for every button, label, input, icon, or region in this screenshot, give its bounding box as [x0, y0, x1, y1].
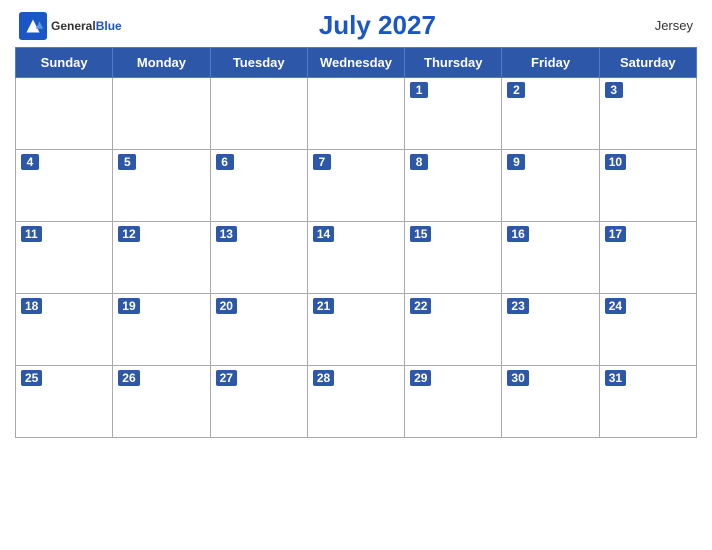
- day-number: 16: [507, 226, 528, 242]
- calendar-week-row: 4 5 6 7 8 9 10: [16, 150, 697, 222]
- day-number: 6: [216, 154, 234, 170]
- day-number: 13: [216, 226, 237, 242]
- calendar-cell: 19: [113, 294, 210, 366]
- calendar-cell: 4: [16, 150, 113, 222]
- weekday-header: Sunday: [16, 48, 113, 78]
- day-number: 26: [118, 370, 139, 386]
- day-number: 21: [313, 298, 334, 314]
- calendar-cell: 6: [210, 150, 307, 222]
- day-number: 5: [118, 154, 136, 170]
- calendar-cell: 30: [502, 366, 599, 438]
- region-label: Jersey: [633, 18, 693, 33]
- weekday-header: Monday: [113, 48, 210, 78]
- day-number: 2: [507, 82, 525, 98]
- calendar-cell: 26: [113, 366, 210, 438]
- calendar-cell: 24: [599, 294, 696, 366]
- weekday-row: SundayMondayTuesdayWednesdayThursdayFrid…: [16, 48, 697, 78]
- calendar-header: SundayMondayTuesdayWednesdayThursdayFrid…: [16, 48, 697, 78]
- day-number: 17: [605, 226, 626, 242]
- day-number: 9: [507, 154, 525, 170]
- calendar-cell: 12: [113, 222, 210, 294]
- weekday-header: Thursday: [405, 48, 502, 78]
- page: GeneralBlue July 2027 Jersey SundayMonda…: [0, 0, 712, 550]
- day-number: 19: [118, 298, 139, 314]
- day-number: 15: [410, 226, 431, 242]
- weekday-header: Friday: [502, 48, 599, 78]
- calendar-cell: 23: [502, 294, 599, 366]
- logo-text-blue: Blue: [96, 19, 122, 33]
- logo-icon: [19, 12, 47, 40]
- calendar-cell: 15: [405, 222, 502, 294]
- day-number: 25: [21, 370, 42, 386]
- calendar-cell: 2: [502, 78, 599, 150]
- calendar-cell: [210, 78, 307, 150]
- calendar-cell: 8: [405, 150, 502, 222]
- calendar-cell: 20: [210, 294, 307, 366]
- logo-text-general: General: [51, 19, 96, 33]
- calendar-week-row: 11 12 13 14 15 16 17: [16, 222, 697, 294]
- calendar-cell: 31: [599, 366, 696, 438]
- calendar-week-row: 1 2 3: [16, 78, 697, 150]
- calendar-cell: 14: [307, 222, 404, 294]
- calendar-table: SundayMondayTuesdayWednesdayThursdayFrid…: [15, 47, 697, 438]
- calendar-cell: 11: [16, 222, 113, 294]
- calendar-cell: [307, 78, 404, 150]
- day-number: 22: [410, 298, 431, 314]
- calendar-cell: 16: [502, 222, 599, 294]
- day-number: 3: [605, 82, 623, 98]
- calendar-cell: 5: [113, 150, 210, 222]
- calendar-cell: 3: [599, 78, 696, 150]
- calendar-cell: 27: [210, 366, 307, 438]
- day-number: 20: [216, 298, 237, 314]
- day-number: 24: [605, 298, 626, 314]
- day-number: 11: [21, 226, 42, 242]
- calendar-cell: 25: [16, 366, 113, 438]
- calendar-cell: 13: [210, 222, 307, 294]
- day-number: 4: [21, 154, 39, 170]
- calendar-cell: 21: [307, 294, 404, 366]
- day-number: 18: [21, 298, 42, 314]
- calendar-body: 1234567891011121314151617181920212223242…: [16, 78, 697, 438]
- day-number: 27: [216, 370, 237, 386]
- calendar-cell: 10: [599, 150, 696, 222]
- day-number: 29: [410, 370, 431, 386]
- calendar-cell: [113, 78, 210, 150]
- weekday-header: Saturday: [599, 48, 696, 78]
- logo: GeneralBlue: [19, 12, 122, 40]
- calendar-week-row: 25 26 27 28 29 30 31: [16, 366, 697, 438]
- day-number: 31: [605, 370, 626, 386]
- day-number: 14: [313, 226, 334, 242]
- calendar-cell: [16, 78, 113, 150]
- day-number: 7: [313, 154, 331, 170]
- calendar-cell: 29: [405, 366, 502, 438]
- header: GeneralBlue July 2027 Jersey: [15, 10, 697, 41]
- calendar-title: July 2027: [122, 10, 633, 41]
- day-number: 23: [507, 298, 528, 314]
- calendar-cell: 9: [502, 150, 599, 222]
- day-number: 8: [410, 154, 428, 170]
- calendar-cell: 18: [16, 294, 113, 366]
- calendar-cell: 28: [307, 366, 404, 438]
- day-number: 1: [410, 82, 428, 98]
- weekday-header: Wednesday: [307, 48, 404, 78]
- calendar-cell: 17: [599, 222, 696, 294]
- calendar-cell: 1: [405, 78, 502, 150]
- day-number: 28: [313, 370, 334, 386]
- calendar-cell: 7: [307, 150, 404, 222]
- calendar-week-row: 18 19 20 21 22 23 24: [16, 294, 697, 366]
- calendar-cell: 22: [405, 294, 502, 366]
- weekday-header: Tuesday: [210, 48, 307, 78]
- day-number: 30: [507, 370, 528, 386]
- day-number: 10: [605, 154, 626, 170]
- day-number: 12: [118, 226, 139, 242]
